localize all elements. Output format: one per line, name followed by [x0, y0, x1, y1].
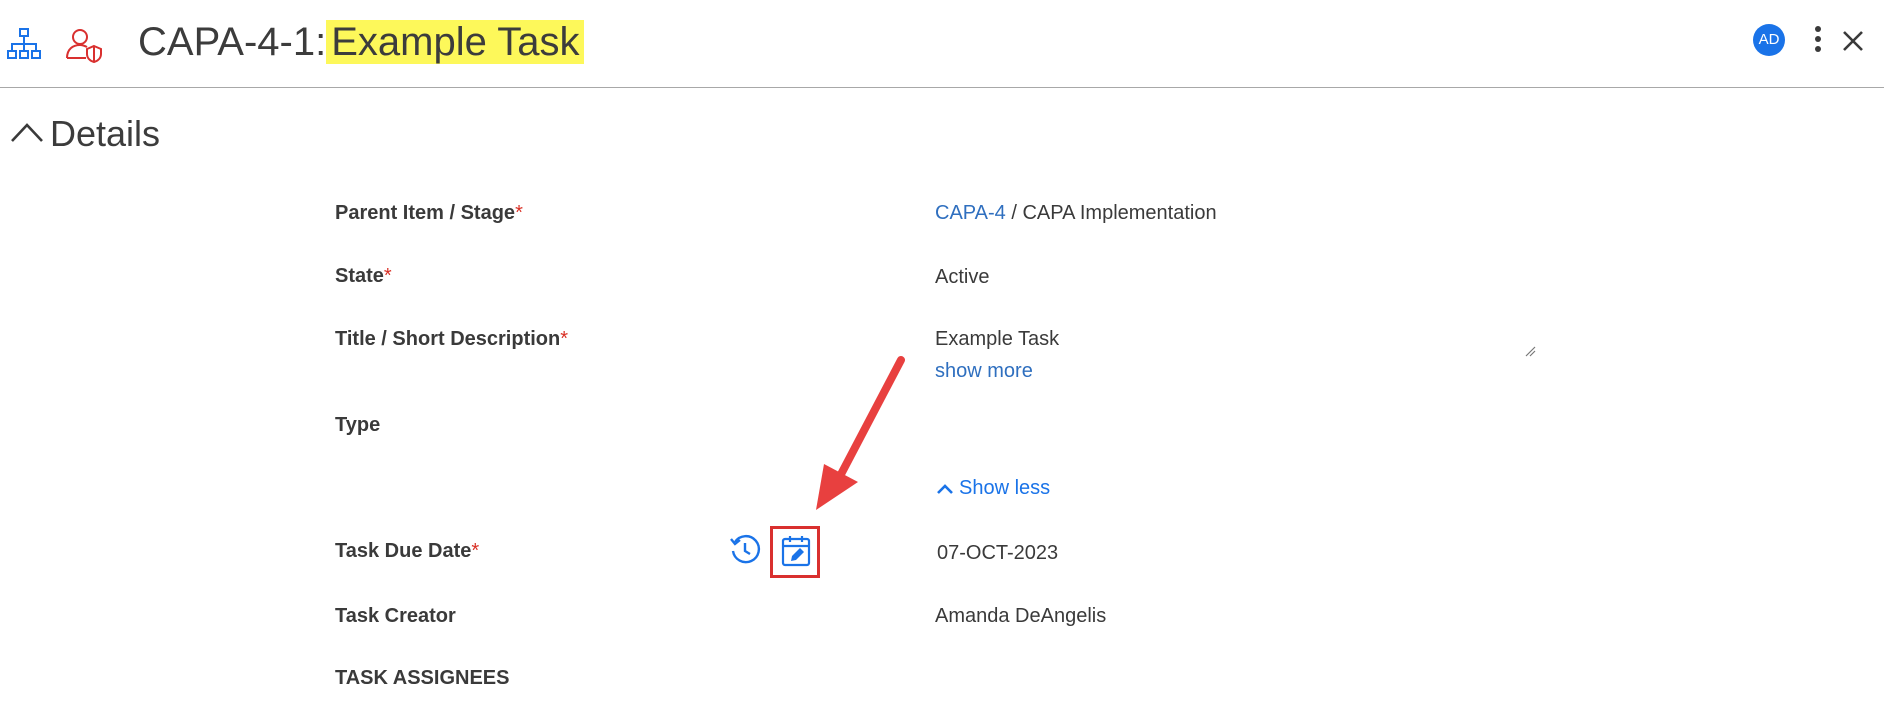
title-description-value[interactable]: Example Task: [935, 325, 1059, 353]
show-more-link[interactable]: show more: [935, 357, 1033, 385]
title-description-label: Title / Short Description*: [335, 328, 569, 350]
title-highlight: Example Task: [326, 20, 585, 64]
required-marker: *: [560, 328, 569, 350]
task-due-date-value[interactable]: 07-OCT-2023: [937, 539, 1058, 567]
panel-header: CAPA-4-1: Example Task AD: [0, 0, 1884, 88]
show-less-link[interactable]: Show less: [935, 474, 1050, 502]
state-label: State*: [335, 265, 392, 287]
parent-item-value: CAPA-4 / CAPA Implementation: [935, 202, 1217, 224]
chevron-up-icon: [11, 123, 43, 142]
history-icon[interactable]: [728, 533, 762, 572]
task-assignees-heading: TASK ASSIGNEES: [335, 667, 510, 689]
required-marker: *: [471, 540, 480, 562]
type-label: Type: [335, 414, 381, 436]
task-creator-value: Amanda DeAngelis: [935, 605, 1107, 627]
chevron-up-icon: [937, 483, 953, 494]
title-prefix: CAPA-4-1:: [138, 20, 327, 64]
textarea-resize-handle[interactable]: [1524, 344, 1536, 357]
task-due-date-label: Task Due Date*: [335, 540, 480, 562]
user-shield-icon[interactable]: [64, 24, 104, 64]
state-value: Active: [935, 266, 990, 288]
close-icon[interactable]: [1838, 26, 1868, 56]
parent-item-label: Parent Item / Stage*: [335, 202, 523, 224]
avatar[interactable]: AD: [1753, 24, 1785, 56]
annotation-highlight-box: [770, 526, 820, 578]
hierarchy-icon[interactable]: [4, 24, 44, 64]
required-marker: *: [515, 202, 523, 224]
more-vertical-icon[interactable]: [1810, 24, 1826, 56]
required-marker: *: [383, 265, 392, 287]
section-title: Details: [50, 113, 161, 154]
page-title: CAPA-4-1: Example Task: [138, 14, 585, 70]
parent-item-link[interactable]: CAPA-4: [935, 202, 1006, 224]
annotation-arrow-icon: [816, 356, 905, 510]
task-creator-label: Task Creator: [335, 605, 456, 627]
